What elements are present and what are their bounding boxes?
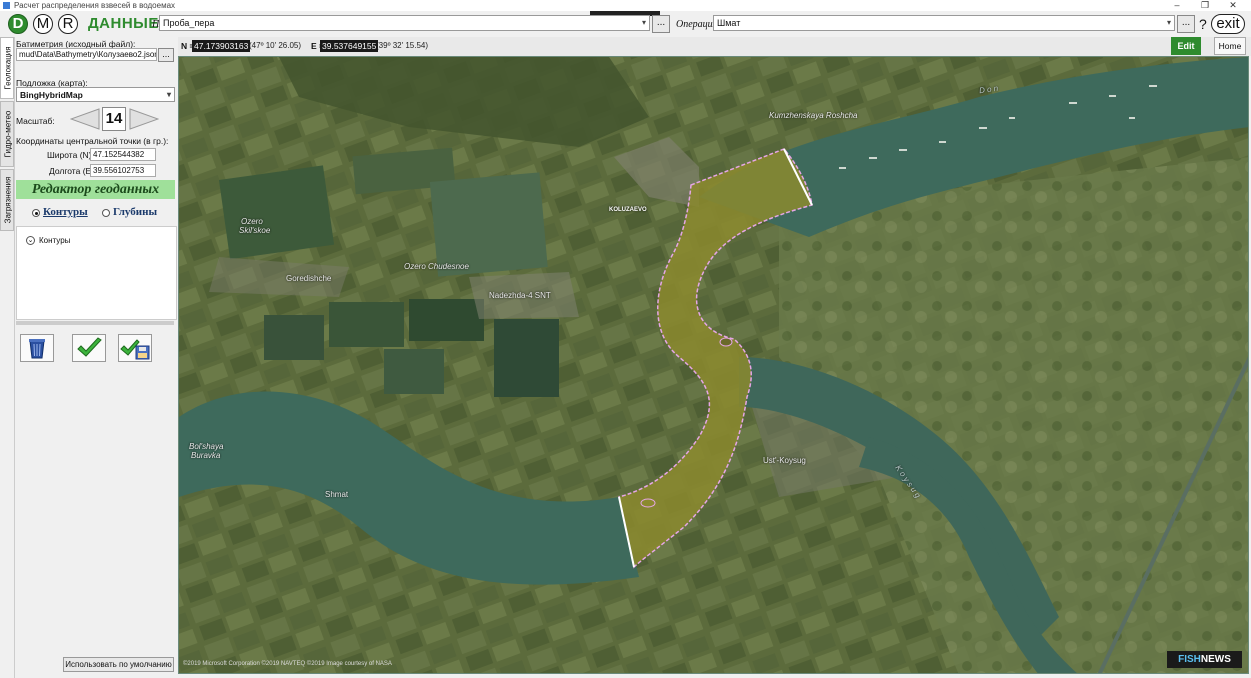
edit-button[interactable]: Edit	[1171, 37, 1201, 55]
contours-tree: ⌄ Контуры	[16, 226, 177, 320]
satellite-map-background	[179, 57, 1248, 673]
expand-chevron-icon[interactable]: ⌄	[26, 236, 35, 245]
depths-radio[interactable]	[102, 209, 110, 217]
help-button[interactable]: ?	[1199, 16, 1207, 32]
scale-label: Масштаб:	[16, 116, 55, 126]
zoom-in-arrow-icon[interactable]	[129, 108, 159, 130]
trash-icon	[29, 339, 45, 359]
home-button[interactable]: Home	[1214, 37, 1246, 55]
window-title: Расчет распределения взвесей в водоемах	[14, 1, 176, 10]
map-label-bolshaya-2: Buravka	[191, 451, 221, 460]
project-more-button[interactable]: ...	[652, 15, 670, 33]
map-label-ust-koysug: Ust'-Koysug	[763, 456, 806, 465]
map-label-chudesnoe: Ozero Chudesnoe	[404, 262, 469, 271]
map-label-nadezhda: Nadezhda-4 SNT	[489, 291, 551, 300]
operation-select[interactable]: Шмат ▾	[713, 15, 1175, 31]
use-default-button[interactable]: Использовать по умолчанию	[63, 657, 174, 672]
tab-geolocation[interactable]: Геолокация	[0, 37, 14, 99]
map-label-kumzhenskaya: Kumzhenskaya Roshcha	[769, 111, 858, 120]
exit-button[interactable]: exit	[1211, 14, 1245, 34]
map-label-goredishche: Goredishche	[286, 274, 332, 283]
restore-button[interactable]: ❐	[1196, 0, 1214, 11]
basemap-select[interactable]: BingHybridMap ▾	[16, 87, 175, 102]
fishnews-logo: FISHNEWS	[1167, 651, 1242, 668]
map-copyright: ©2019 Microsoft Corporation ©2019 NAVTEQ…	[183, 661, 392, 667]
geodata-editor-title: Редактор геоданных	[16, 180, 175, 199]
longitude-label: Долгота (E)	[49, 166, 95, 176]
window-title-bar: Расчет распределения взвесей в водоемах …	[0, 0, 1251, 11]
project-select[interactable]: Проба_пера ▾	[159, 15, 650, 31]
tab-pollution-label: Загрязнения	[3, 176, 13, 224]
longitude-field[interactable]: 39.556102753	[90, 164, 156, 177]
operation-more-button[interactable]: ...	[1177, 15, 1195, 33]
chevron-down-icon: ▾	[166, 90, 171, 99]
map-view[interactable]: KOLUZAEVO Kumzhenskaya Roshcha Ozero Ski…	[178, 56, 1249, 674]
basemap-value: BingHybridMap	[20, 90, 83, 100]
n-dms: (47º 10' 26.05)	[249, 41, 302, 50]
chevron-down-icon: ▾	[1166, 18, 1171, 27]
apply-save-button[interactable]	[118, 334, 152, 362]
separator	[16, 321, 174, 325]
tab-hydro-meteo[interactable]: Гидро-метео	[0, 101, 14, 167]
logo-part-b: NEWS	[1200, 654, 1231, 665]
mode-title: ДАННЫЕ	[88, 15, 159, 32]
e-value: 39.537649155	[320, 40, 379, 52]
zoom-out-arrow-icon[interactable]	[70, 108, 100, 130]
logo-part-a: FISH	[1178, 654, 1201, 665]
center-coords-label: Координаты центральной точки (в гр.):	[16, 136, 169, 146]
e-dms: (39º 32' 15.54)	[376, 41, 429, 50]
app-icon	[3, 2, 10, 9]
contours-radio[interactable]	[32, 209, 40, 217]
checkmark-icon	[77, 337, 102, 357]
apply-button[interactable]	[72, 334, 106, 362]
minimize-button[interactable]: –	[1168, 0, 1186, 11]
bathymetry-browse-button[interactable]: ...	[158, 48, 174, 62]
map-label-shmat: Shmat	[325, 490, 349, 499]
mode-r-button[interactable]: R	[58, 14, 78, 34]
latitude-field[interactable]: 47.152544382	[90, 148, 156, 161]
map-label-koluzaevo: KOLUZAEVO	[609, 207, 647, 213]
contours-radio-label[interactable]: Контуры	[43, 206, 88, 218]
map-label-skilskoe-1: Ozero	[241, 217, 263, 226]
depths-radio-label[interactable]: Глубины	[113, 206, 157, 218]
geolocation-panel: Батиметрия (исходный файл): mud\Data\Bat…	[14, 37, 177, 678]
chevron-down-icon: ▾	[641, 18, 646, 27]
project-value: Проба_пера	[163, 18, 215, 28]
mode-m-button[interactable]: M	[33, 14, 53, 34]
coordinate-bar: N = 47.173903163 (47º 10' 26.05) E = 39.…	[178, 37, 1251, 56]
close-button[interactable]: ✕	[1224, 0, 1242, 11]
n-value: 47.173903163	[192, 40, 251, 52]
delete-button[interactable]	[20, 334, 54, 362]
map-label-skilskoe-2: Skil'skoe	[239, 226, 271, 235]
main-toolbar: D M R ДАННЫЕ Проект: Проба_пера ▾ ... Оп…	[0, 11, 1251, 37]
map-label-bolshaya-1: Bol'shaya	[189, 442, 224, 451]
tab-pollution[interactable]: Загрязнения	[0, 169, 14, 231]
check-save-icon	[120, 339, 150, 360]
latitude-label: Широта (N)	[47, 150, 92, 160]
bathymetry-path-field[interactable]: mud\Data\Bathymetry\Колузаево2.json	[16, 48, 157, 61]
operation-value: Шмат	[717, 18, 741, 28]
tree-item-contours[interactable]: Контуры	[39, 236, 70, 245]
scale-value[interactable]: 14	[102, 107, 126, 131]
